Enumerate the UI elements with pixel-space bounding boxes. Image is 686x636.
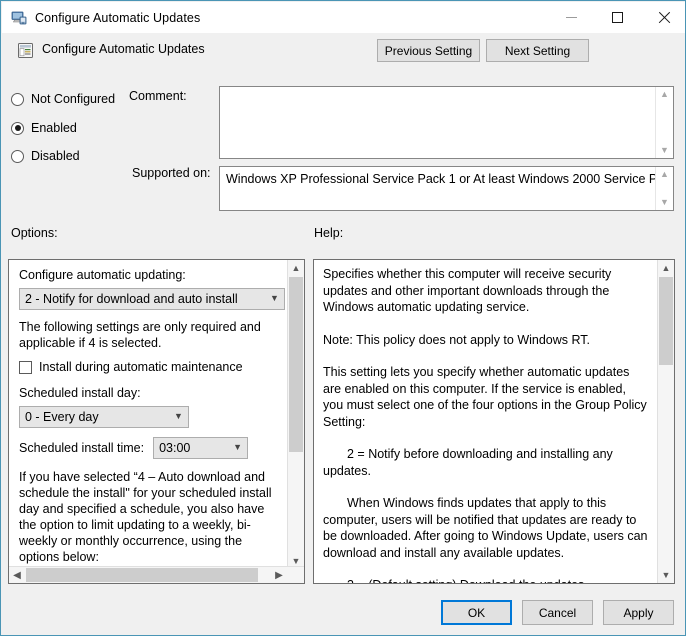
scheduled-install-time-value: 03:00 <box>159 441 190 455</box>
previous-setting-button[interactable]: Previous Setting <box>377 39 480 62</box>
apply-button[interactable]: Apply <box>603 600 674 625</box>
help-scroll-up-icon[interactable]: ▲ <box>658 260 674 276</box>
comment-scroll-up-icon[interactable]: ▲ <box>656 87 673 102</box>
supported-scroll-up-icon[interactable]: ▲ <box>656 167 673 182</box>
configure-updating-label: Configure automatic updating: <box>19 268 279 282</box>
comment-field[interactable]: ▲ ▼ <box>219 86 674 159</box>
supported-on-scrollbar[interactable]: ▲ ▼ <box>655 167 673 210</box>
title-bar[interactable]: Configure Automatic Updates <box>2 2 686 33</box>
cancel-button[interactable]: Cancel <box>522 600 593 625</box>
supported-on-value: Windows XP Professional Service Pack 1 o… <box>220 167 655 210</box>
radio-not-configured[interactable]: Not Configured <box>11 92 115 106</box>
options-panel: Configure automatic updating: 2 - Notify… <box>8 259 305 584</box>
comment-scrollbar[interactable]: ▲ ▼ <box>655 87 673 158</box>
maximize-button[interactable] <box>594 2 640 33</box>
radio-enabled-label: Enabled <box>31 121 77 135</box>
scheduled-install-time-row: Scheduled install time: 03:00 ▼ <box>19 437 279 459</box>
help-scroll-down-icon[interactable]: ▼ <box>658 567 674 583</box>
install-during-maintenance-label: Install during automatic maintenance <box>39 360 243 374</box>
help-paragraph: 2 = Notify before downloading and instal… <box>323 446 649 479</box>
configure-updating-value: 2 - Notify for download and auto install <box>25 292 238 306</box>
options-horizontal-scrollbar[interactable]: ◀ ▶ <box>9 566 304 583</box>
help-panel: Specifies whether this computer will rec… <box>313 259 675 584</box>
policy-setting-icon <box>17 42 34 59</box>
help-paragraph: Specifies whether this computer will rec… <box>323 266 649 316</box>
comment-label: Comment: <box>129 89 187 103</box>
radio-disabled-indicator <box>11 150 24 163</box>
options-note-text: The following settings are only required… <box>19 319 279 351</box>
close-button[interactable] <box>640 2 686 33</box>
minimize-icon <box>566 17 577 18</box>
window-title: Configure Automatic Updates <box>35 11 200 25</box>
scheduled-install-day-label: Scheduled install day: <box>19 386 279 400</box>
minimize-button[interactable] <box>548 2 594 33</box>
help-paragraph: When Windows finds updates that apply to… <box>323 495 649 561</box>
options-scroll-up-icon[interactable]: ▲ <box>288 260 304 276</box>
scheduled-install-time-dropdown[interactable]: 03:00 ▼ <box>153 437 248 459</box>
computer-policy-icon <box>11 10 27 26</box>
help-vertical-scrollbar[interactable]: ▲ ▼ <box>657 260 674 583</box>
help-paragraph: This setting lets you specify whether au… <box>323 364 649 430</box>
radio-enabled[interactable]: Enabled <box>11 121 77 135</box>
options-vertical-scrollbar[interactable]: ▲ ▼ <box>287 260 304 569</box>
install-during-maintenance-checkbox[interactable]: Install during automatic maintenance <box>19 360 279 374</box>
next-setting-button[interactable]: Next Setting <box>486 39 589 62</box>
help-paragraph: 3 = (Default setting) Download the updat… <box>323 577 649 584</box>
setting-header: Configure Automatic Updates Previous Set… <box>2 39 686 75</box>
configure-automatic-updates-dialog: Configure Automatic Updates C <box>0 0 686 636</box>
options-scroll-left-icon[interactable]: ◀ <box>9 567 25 583</box>
help-vertical-scroll-thumb[interactable] <box>659 277 673 365</box>
radio-disabled[interactable]: Disabled <box>11 149 80 163</box>
options-section-label: Options: <box>11 226 58 240</box>
supported-scroll-down-icon[interactable]: ▼ <box>656 195 673 210</box>
maximize-icon <box>612 12 623 23</box>
options-vertical-scroll-thumb[interactable] <box>289 277 303 452</box>
chevron-down-icon: ▼ <box>233 445 241 450</box>
help-paragraph: Note: This policy does not apply to Wind… <box>323 332 649 349</box>
window-controls <box>548 2 686 33</box>
scheduled-install-time-label: Scheduled install time: <box>19 441 144 455</box>
comment-scroll-down-icon[interactable]: ▼ <box>656 143 673 158</box>
ok-button[interactable]: OK <box>441 600 512 625</box>
options-scroll-corner <box>288 567 304 583</box>
radio-not-configured-label: Not Configured <box>31 92 115 106</box>
supported-on-label: Supported on: <box>132 166 211 180</box>
radio-disabled-label: Disabled <box>31 149 80 163</box>
configure-updating-dropdown[interactable]: 2 - Notify for download and auto install… <box>19 288 285 310</box>
scheduled-install-day-value: 0 - Every day <box>25 410 99 424</box>
options-scroll-right-icon[interactable]: ▶ <box>271 567 287 583</box>
options-content: Configure automatic updating: 2 - Notify… <box>9 260 289 574</box>
radio-enabled-indicator <box>11 122 24 135</box>
help-section-label: Help: <box>314 226 343 240</box>
chevron-down-icon: ▼ <box>270 296 278 301</box>
close-icon <box>657 11 670 24</box>
options-horizontal-scroll-thumb[interactable] <box>26 568 258 582</box>
scheduled-install-day-dropdown[interactable]: 0 - Every day ▼ <box>19 406 189 428</box>
help-content: Specifies whether this computer will rec… <box>314 260 658 584</box>
options-footer-paragraph: If you have selected “4 – Auto download … <box>19 469 279 565</box>
supported-on-field: Windows XP Professional Service Pack 1 o… <box>219 166 674 211</box>
checkbox-indicator <box>19 361 32 374</box>
setting-title: Configure Automatic Updates <box>42 42 205 56</box>
chevron-down-icon: ▼ <box>174 414 182 419</box>
radio-not-configured-indicator <box>11 93 24 106</box>
comment-value[interactable] <box>220 87 655 158</box>
